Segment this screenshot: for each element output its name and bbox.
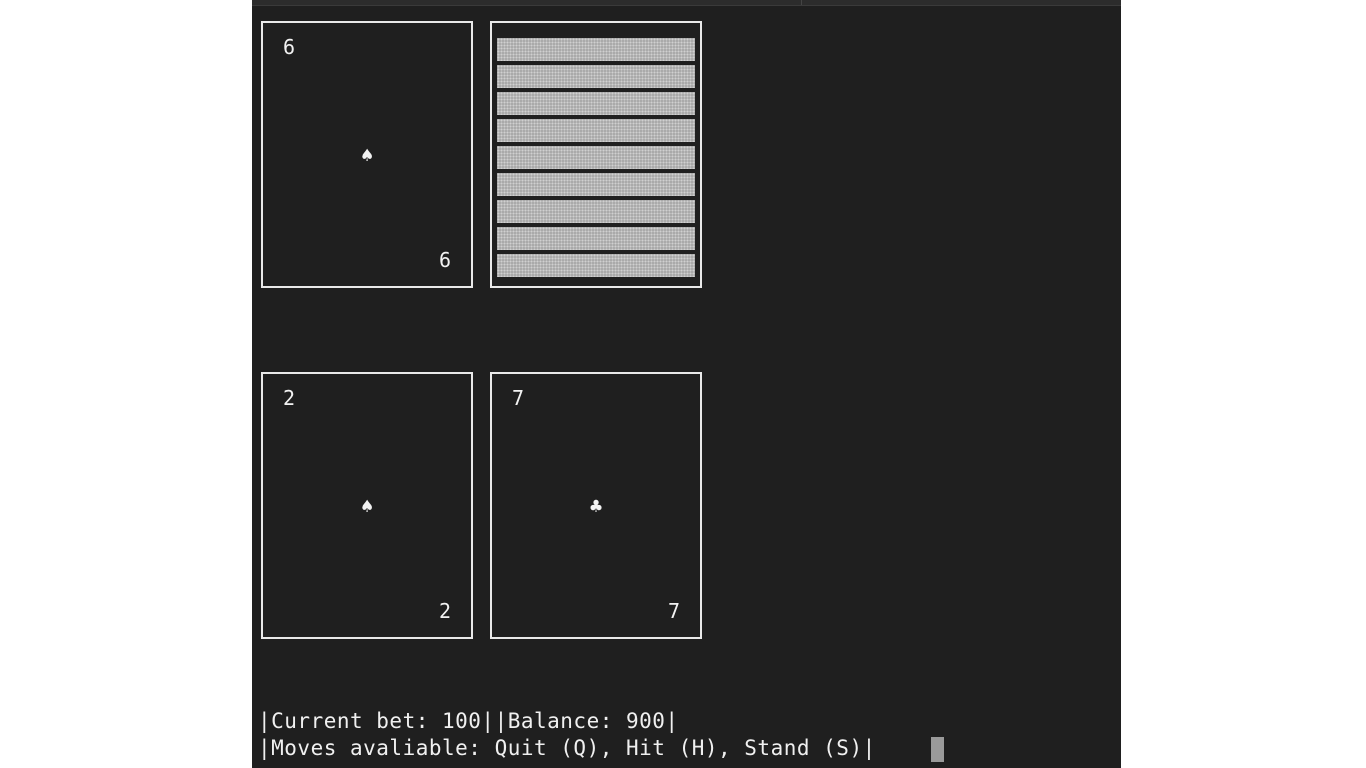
player-card-2: 7 ♣ 7: [490, 372, 702, 639]
player-card-1-rank-bottom: 2: [438, 599, 451, 623]
player-card-2-rank-bottom: 7: [667, 599, 680, 623]
terminal-top-edge: [252, 0, 1121, 6]
dealer-card-1-rank-top: 6: [283, 35, 296, 59]
player-card-2-rank-top: 7: [512, 386, 525, 410]
card-back-pattern: [497, 38, 695, 281]
pane-divider: [801, 0, 802, 5]
player-card-1-rank-top: 2: [283, 386, 296, 410]
club-icon: ♣: [589, 494, 603, 518]
terminal-cursor[interactable]: [931, 737, 944, 762]
dealer-card-1-rank-bottom: 6: [438, 248, 451, 272]
player-card-1: 2 ♠ 2: [261, 372, 473, 639]
dealer-card-2-face-down: [490, 21, 702, 288]
moves-available-line: |Moves avaliable: Quit (Q), Hit (H), Sta…: [258, 736, 876, 760]
terminal-window[interactable]: 6 ♠ 6 2 ♠ 2 7 ♣ 7 |Current bet: 100||Bal…: [252, 0, 1121, 768]
dealer-card-1: 6 ♠ 6: [261, 21, 473, 288]
spade-icon: ♠: [360, 143, 374, 167]
spade-icon: ♠: [360, 494, 374, 518]
bet-balance-line: |Current bet: 100||Balance: 900|: [258, 709, 679, 733]
